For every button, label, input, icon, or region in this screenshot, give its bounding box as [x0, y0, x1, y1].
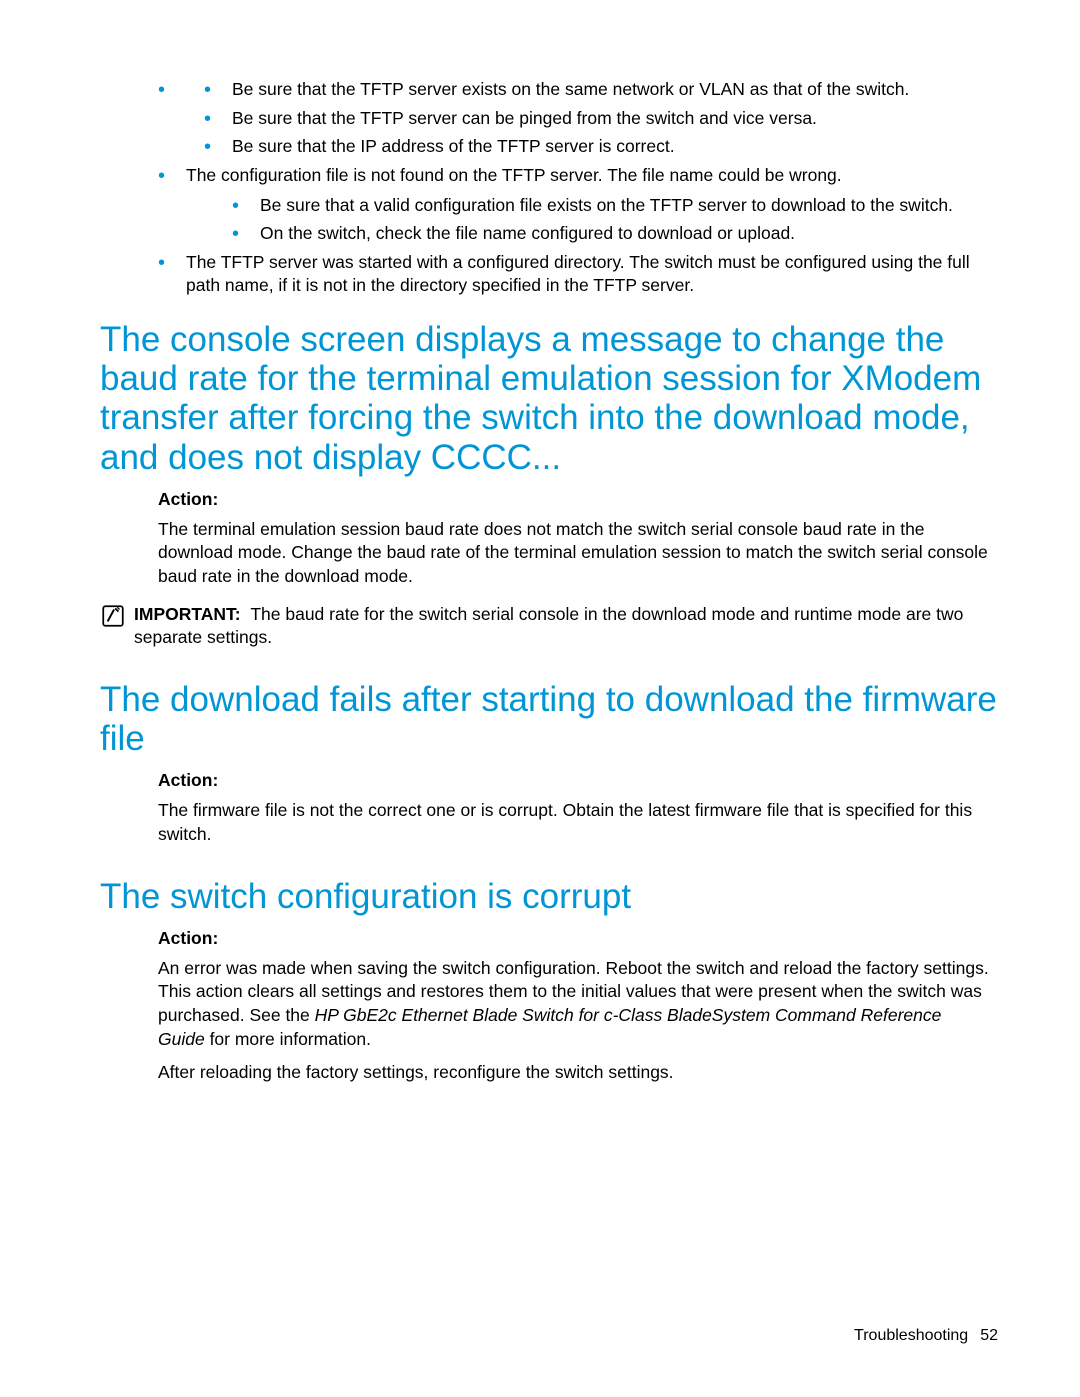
list-item: Be sure that a valid configuration file … [232, 194, 1000, 218]
list-item: On the switch, check the file name confi… [232, 222, 1000, 246]
footer-page-number: 52 [980, 1327, 998, 1344]
list-item: Be sure that the TFTP server exists on t… [158, 78, 1000, 159]
section2-content: Action: The firmware file is not the cor… [158, 770, 990, 846]
section1-content: Action: The terminal emulation session b… [158, 489, 990, 589]
list-item: Be sure that the IP address of the TFTP … [204, 135, 1000, 159]
section-heading-config-corrupt: The switch configuration is corrupt [100, 877, 1000, 916]
important-text: IMPORTANT: The baud rate for the switch … [134, 603, 1000, 650]
action-text: The firmware file is not the correct one… [158, 799, 990, 846]
document-page: Be sure that the TFTP server exists on t… [0, 0, 1080, 1397]
action-text-2: After reloading the factory settings, re… [158, 1061, 990, 1085]
action-label: Action: [158, 489, 990, 510]
section3-content: Action: An error was made when saving th… [158, 928, 990, 1085]
action-label: Action: [158, 770, 990, 791]
page-footer: Troubleshooting 52 [854, 1327, 998, 1345]
important-note: IMPORTANT: The baud rate for the switch … [100, 603, 1000, 650]
list-item: The TFTP server was started with a confi… [158, 251, 1000, 298]
list-item: Be sure that the TFTP server exists on t… [204, 78, 1000, 102]
section-heading-baud-rate: The console screen displays a message to… [100, 320, 1000, 477]
bullet-list-continuation: Be sure that the TFTP server exists on t… [100, 78, 1000, 298]
footer-section: Troubleshooting [854, 1327, 968, 1344]
section-heading-download-fails: The download fails after starting to dow… [100, 680, 1000, 758]
action-label: Action: [158, 928, 990, 949]
list-item: Be sure that the TFTP server can be ping… [204, 107, 1000, 131]
important-icon [100, 603, 128, 634]
list-item: The configuration file is not found on t… [158, 164, 1000, 246]
action-text-1: An error was made when saving the switch… [158, 957, 990, 1052]
action-text: The terminal emulation session baud rate… [158, 518, 990, 589]
